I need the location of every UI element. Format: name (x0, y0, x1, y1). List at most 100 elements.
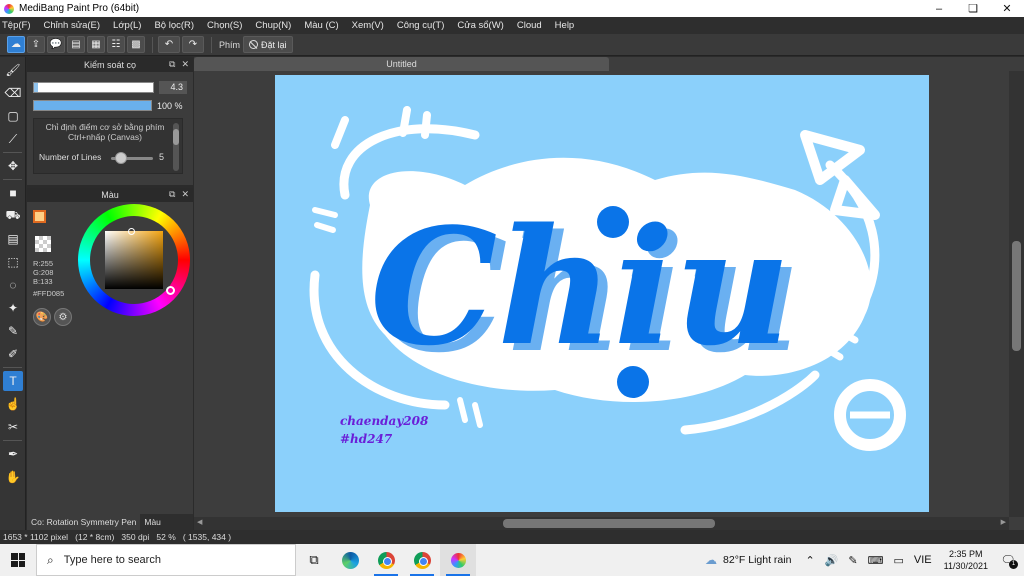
reset-button[interactable]: Đặt lại (243, 36, 293, 53)
menu-bar: Tệp(F) Chỉnh sửa(E) Lớp(L) Bộ lọc(R) Chọ… (0, 17, 1024, 34)
lasso-tool-icon[interactable]: ◌ (3, 275, 23, 295)
eyedropper-tool-icon[interactable]: ✒ (3, 444, 23, 464)
menu-snap[interactable]: Chup(N) (255, 20, 291, 31)
document-icon[interactable]: ▦ (87, 36, 105, 53)
windows-logo-icon (11, 553, 25, 567)
blue-value: B:133 (33, 277, 53, 286)
menu-layer[interactable]: Lớp(L) (113, 20, 141, 31)
window-title: MediBang Paint Pro (64bit) (19, 3, 140, 14)
brush-control-panel: Kiểm soát cọ ⧉ ✕ 4.3 100 % Chỉ định điểm … (27, 58, 193, 185)
vertical-scroll-thumb[interactable] (1012, 241, 1021, 351)
menu-filter[interactable]: Bộ lọc(R) (154, 20, 194, 31)
number-of-lines-value: 5 (159, 152, 165, 162)
horizontal-scroll-thumb[interactable] (503, 519, 715, 528)
brush-opacity-slider[interactable] (33, 100, 152, 111)
weather-widget[interactable]: ☁ 82°F Light rain (705, 553, 791, 567)
brush-size-slider[interactable] (33, 82, 154, 93)
close-button[interactable]: ✕ (990, 0, 1024, 17)
close-panel-icon[interactable]: ✕ (181, 189, 189, 200)
cloud-icon[interactable]: ☁ (7, 36, 25, 53)
select-eraser-tool-icon[interactable]: ✐ (3, 344, 23, 364)
fill-rect-tool-icon[interactable]: ■ (3, 183, 23, 203)
start-button[interactable] (0, 544, 36, 576)
scroll-left-icon[interactable]: ◀ (197, 518, 202, 526)
notification-count: 1 (1009, 560, 1018, 569)
menu-help[interactable]: Help (555, 20, 575, 31)
menu-view[interactable]: Xem(V) (352, 20, 384, 31)
sv-picker-knob[interactable] (128, 228, 135, 235)
status-bar: 1653 * 1102 pixel (12 * 8cm) 350 dpi 52 … (0, 530, 1024, 544)
comment-icon[interactable]: 💬 (47, 36, 65, 53)
message-icon[interactable]: ▤ (67, 36, 85, 53)
hex-value: #FFD085 (33, 289, 65, 298)
upload-icon[interactable]: ⇪ (27, 36, 45, 53)
maximize-button[interactable]: ❏ (956, 0, 990, 17)
foreground-color-swatch[interactable] (33, 210, 46, 223)
hue-wheel[interactable] (78, 204, 190, 316)
taskbar-search[interactable]: ⌕ Type here to search (36, 544, 296, 576)
hand-tool-icon[interactable]: ✋ (3, 467, 23, 487)
minimize-button[interactable]: – (922, 0, 956, 17)
taskbar-chrome-1[interactable] (368, 544, 404, 576)
popout-icon[interactable]: ⧉ (169, 59, 175, 70)
keyboard-icon[interactable]: ⌨ (868, 554, 884, 567)
grid-icon[interactable]: ▩ (127, 36, 145, 53)
menu-select[interactable]: Chọn(S) (207, 20, 242, 31)
vertical-scrollbar[interactable] (1009, 71, 1024, 517)
redo-button[interactable]: ↷ (182, 36, 204, 53)
tab-color[interactable]: Màu (140, 514, 165, 530)
palette-icon[interactable]: 🎨 (33, 308, 51, 326)
eraser-tool-icon[interactable]: ⌫ (3, 83, 23, 103)
search-icon: ⌕ (47, 552, 54, 567)
move-tool-icon[interactable]: ✥ (3, 156, 23, 176)
language-indicator[interactable]: VIE (914, 554, 932, 566)
menu-edit[interactable]: Chỉnh sửa(E) (44, 20, 101, 31)
taskbar-edge[interactable] (332, 544, 368, 576)
display-icon[interactable]: ▭ (893, 554, 903, 567)
line-tool-icon[interactable]: ⟋ (3, 129, 23, 149)
undo-button[interactable]: ↶ (158, 36, 180, 53)
number-of-lines-knob[interactable] (115, 152, 127, 164)
chevron-up-icon[interactable]: ⌃ (805, 554, 814, 567)
hue-picker-knob[interactable] (166, 286, 175, 295)
volume-icon[interactable]: 🔊 (825, 554, 839, 567)
close-panel-icon[interactable]: ✕ (181, 59, 189, 70)
scroll-right-icon[interactable]: ▶ (1001, 518, 1006, 526)
taskbar-medibang[interactable] (440, 544, 476, 576)
tab-brush[interactable]: Co: Rotation Symmetry Pen (27, 514, 141, 530)
brush-tool-icon[interactable]: 🖌 (3, 60, 23, 80)
list-icon[interactable]: ☷ (107, 36, 125, 53)
transparent-color-swatch[interactable] (35, 236, 51, 252)
operation-tool-icon[interactable]: ☝ (3, 394, 23, 414)
saturation-value-square[interactable] (105, 231, 163, 289)
text-tool-icon[interactable]: T (3, 371, 23, 391)
document-tab[interactable]: Untitled (194, 57, 609, 71)
menu-color[interactable]: Màu (C) (304, 20, 338, 31)
select-pen-tool-icon[interactable]: ✎ (3, 321, 23, 341)
taskbar-chrome-2[interactable] (404, 544, 440, 576)
menu-file[interactable]: Tệp(F) (2, 20, 31, 31)
select-tool-icon[interactable]: ⬚ (3, 252, 23, 272)
toolbar-separator (211, 36, 212, 53)
gradient-tool-icon[interactable]: ▤ (3, 229, 23, 249)
menu-cloud[interactable]: Cloud (517, 20, 542, 31)
keys-label: Phím (219, 39, 241, 50)
task-view-button[interactable]: ⧉ (296, 544, 332, 576)
rectangle-tool-icon[interactable]: ▢ (3, 106, 23, 126)
canvas[interactable]: Chiu Chiu chaenday208 #hd247 (275, 75, 929, 512)
divide-tool-icon[interactable]: ✂ (3, 417, 23, 437)
menu-tools[interactable]: Công cụ(T) (397, 20, 445, 31)
brush-options-scrollbar[interactable] (173, 123, 179, 171)
pen-icon[interactable]: ✎ (848, 554, 857, 567)
popout-icon[interactable]: ⧉ (169, 189, 175, 200)
brush-options-box: Chỉ định điểm cơ sở bằng phím Ctrl+nhấp … (33, 118, 183, 174)
palette-settings-icon[interactable]: ⚙ (54, 308, 72, 326)
taskbar-clock[interactable]: 2:35 PM 11/30/2021 (944, 548, 988, 572)
menu-window[interactable]: Cửa sổ(W) (457, 20, 503, 31)
horizontal-scrollbar[interactable]: ◀ ▶ (194, 517, 1009, 530)
notifications-button[interactable]: 🗨 1 (998, 550, 1018, 570)
magic-wand-tool-icon[interactable]: ✦ (3, 298, 23, 318)
bucket-tool-icon[interactable]: ⛟ (3, 206, 23, 226)
brush-size-value[interactable]: 4.3 (159, 81, 187, 94)
system-tray: ☁ 82°F Light rain ⌃ 🔊 ✎ ⌨ ▭ VIE 2:35 PM … (705, 544, 1024, 576)
